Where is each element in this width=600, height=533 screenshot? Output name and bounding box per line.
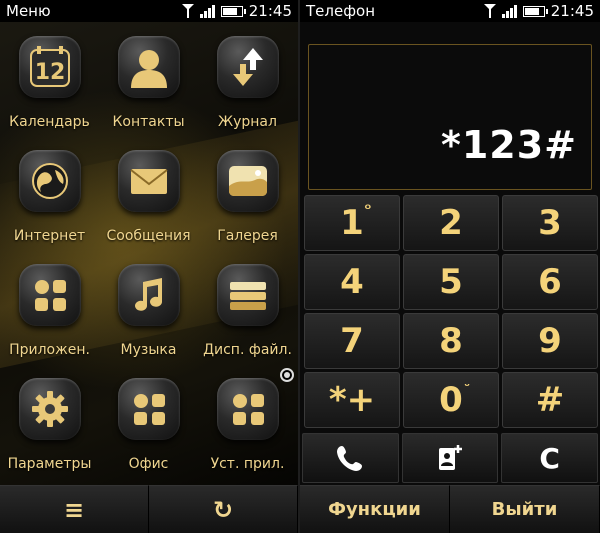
status-title: Меню	[6, 2, 51, 20]
key-star[interactable]: *+	[304, 372, 400, 428]
clear-label: C	[539, 441, 560, 475]
app-settings[interactable]: Параметры	[0, 372, 99, 486]
app-label: Офис	[128, 456, 169, 472]
add-to-contacts-button[interactable]	[401, 433, 499, 483]
app-label: Контакты	[112, 114, 185, 130]
dial-display[interactable]: *123#	[308, 44, 592, 190]
signal-strength-icon	[199, 4, 215, 18]
phone-handset-icon	[337, 446, 363, 471]
app-label: Галерея	[217, 228, 278, 244]
file-manager-icon	[216, 264, 279, 326]
app-internet[interactable]: Интернет	[0, 144, 99, 258]
status-bar-phone: Телефон 21:45	[300, 0, 600, 22]
key-7[interactable]: 7	[304, 313, 400, 369]
app-gallery[interactable]: Галерея	[198, 144, 297, 258]
dialer-actions: C	[300, 433, 600, 483]
office-icon	[117, 378, 180, 440]
clear-button[interactable]: C	[501, 433, 598, 483]
scroll-indicator[interactable]	[280, 368, 294, 382]
key-hash[interactable]: #	[502, 372, 598, 428]
antenna-icon	[181, 4, 194, 18]
app-contacts[interactable]: Контакты	[99, 30, 198, 144]
app-grid: 12 Календарь Контакты Журнал Интернет Со…	[0, 30, 298, 480]
functions-button[interactable]: Функции	[300, 485, 450, 533]
options-menu-button[interactable]: ≡	[0, 485, 149, 533]
app-label: Сообщения	[106, 228, 191, 244]
status-bar-menu: Меню 21:45	[0, 0, 298, 22]
key-5[interactable]: 5	[403, 254, 499, 310]
key-0[interactable]: 0ᵕ	[403, 372, 499, 428]
voicemail-icon: ᴼ	[364, 202, 371, 216]
menu-pane: Меню 21:45 12 Календарь Контакты Журнал …	[0, 0, 298, 533]
back-button[interactable]: ↻	[149, 485, 298, 533]
signal-strength-icon	[501, 4, 517, 18]
log-icon	[216, 36, 279, 98]
app-label: Дисп. файл.	[203, 342, 292, 358]
clock: 21:45	[550, 2, 594, 20]
call-button[interactable]	[302, 433, 399, 483]
menu-icon: ≡	[63, 495, 85, 524]
battery-icon	[522, 5, 548, 17]
globe-icon	[18, 150, 81, 212]
menu-softkeys: ≡ ↻	[0, 485, 298, 533]
status-title: Телефон	[306, 2, 376, 20]
app-applications[interactable]: Приложен.	[0, 258, 99, 372]
app-music[interactable]: Музыка	[99, 258, 198, 372]
dialer-softkeys: Функции Выйти	[300, 485, 600, 533]
battery-icon	[220, 5, 246, 17]
app-label: Приложен.	[9, 342, 90, 358]
key-8[interactable]: 8	[403, 313, 499, 369]
key-3[interactable]: 3	[502, 195, 598, 251]
antenna-icon	[483, 4, 496, 18]
calendar-day: 12	[34, 60, 65, 85]
dialed-number: *123#	[440, 123, 577, 167]
contacts-icon	[117, 36, 180, 98]
clock: 21:45	[248, 2, 292, 20]
envelope-icon	[117, 150, 180, 212]
app-office[interactable]: Офис	[99, 372, 198, 486]
app-installed[interactable]: Уст. прил.	[198, 372, 297, 486]
gallery-icon	[216, 150, 279, 212]
app-log[interactable]: Журнал	[198, 30, 297, 144]
key-4[interactable]: 4	[304, 254, 400, 310]
music-note-icon	[117, 264, 180, 326]
app-label: Уст. прил.	[210, 456, 285, 472]
add-contact-icon	[438, 445, 462, 470]
exit-button[interactable]: Выйти	[450, 485, 600, 533]
app-messages[interactable]: Сообщения	[99, 144, 198, 258]
app-label: Параметры	[7, 456, 92, 472]
key-6[interactable]: 6	[502, 254, 598, 310]
key-1[interactable]: 1ᴼ	[304, 195, 400, 251]
gear-icon	[18, 378, 81, 440]
keypad: 1ᴼ 2 3 4 5 6 7 8 9 *+ 0ᵕ #	[304, 195, 598, 428]
app-label: Музыка	[120, 342, 177, 358]
key-2[interactable]: 2	[403, 195, 499, 251]
installed-apps-icon	[216, 378, 279, 440]
app-label: Журнал	[218, 114, 277, 130]
app-label: Календарь	[9, 114, 90, 130]
dialer-pane: Телефон 21:45 *123# 1ᴼ 2 3 4 5 6 7 8 9 *…	[300, 0, 600, 533]
key-9[interactable]: 9	[502, 313, 598, 369]
apps-folder-icon	[18, 264, 81, 326]
app-label: Интернет	[13, 228, 86, 244]
refresh-icon: ↻	[212, 495, 234, 524]
globe-icon: ᵕ	[464, 379, 470, 393]
calendar-icon: 12	[18, 36, 81, 98]
app-calendar[interactable]: 12 Календарь	[0, 30, 99, 144]
app-file-manager[interactable]: Дисп. файл.	[198, 258, 297, 372]
